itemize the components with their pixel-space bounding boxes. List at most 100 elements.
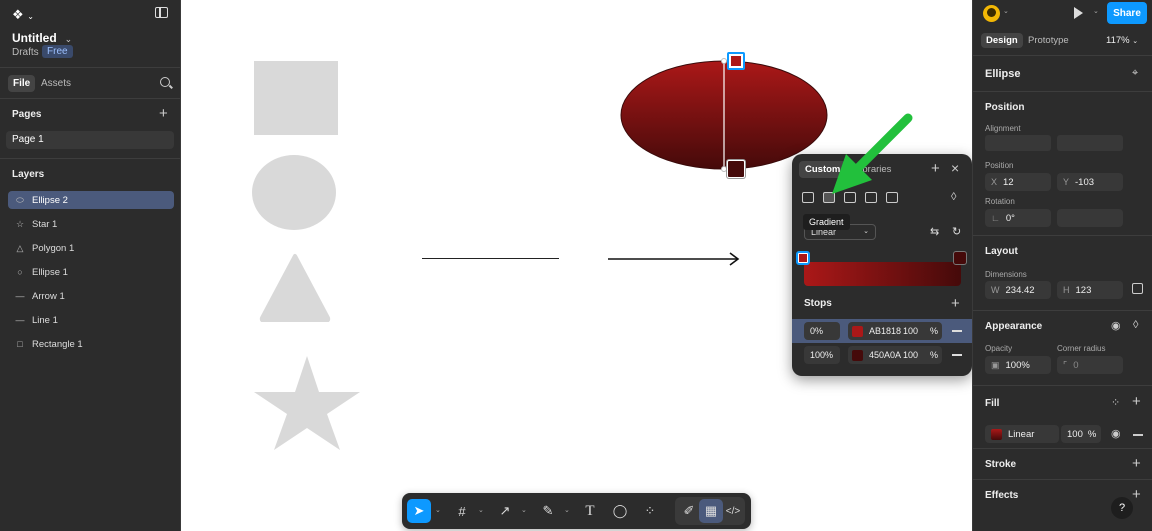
remove-stop-icon[interactable] xyxy=(952,330,962,332)
eye-icon[interactable]: ◉ xyxy=(1111,319,1121,332)
stop-color-field[interactable]: 450A0A 100% xyxy=(848,346,942,364)
stop-position-field[interactable]: 100% xyxy=(804,346,840,364)
rectangle-icon: □ xyxy=(17,339,23,349)
gradient-end-handle[interactable] xyxy=(727,160,745,178)
add-effect-icon[interactable]: + xyxy=(1132,487,1141,502)
triangle-icon: △ xyxy=(16,242,24,253)
chevron-down-icon: ⌄ xyxy=(863,228,869,235)
arrow-shape[interactable] xyxy=(606,252,742,266)
chevron-down-icon[interactable]: ⌄ xyxy=(435,506,441,514)
polygon-shape[interactable] xyxy=(259,252,331,322)
frame-tool-icon[interactable]: # xyxy=(450,499,474,523)
horizontal-align-group[interactable] xyxy=(985,135,1051,151)
gradient-stop-0[interactable] xyxy=(796,251,810,265)
mode-switcher: ✐ ▦ </> xyxy=(675,497,745,525)
text-tool-icon[interactable]: T xyxy=(578,499,602,523)
color-swatch[interactable] xyxy=(852,325,863,337)
help-button[interactable]: ? xyxy=(1111,497,1133,519)
corner-radius-field[interactable]: ⌜ 0 xyxy=(1057,356,1123,374)
rectangle-shape[interactable] xyxy=(254,61,338,135)
tab-file[interactable]: File xyxy=(8,75,36,92)
chevron-down-icon[interactable]: ⌄ xyxy=(478,506,484,514)
chevron-down-icon[interactable]: ⌄ xyxy=(521,506,527,514)
dev-mode-icon[interactable]: </> xyxy=(721,499,745,523)
resize-to-fit-icon[interactable] xyxy=(1132,283,1143,294)
chevron-down-icon[interactable]: ⌄ xyxy=(564,506,570,514)
y-field[interactable]: Y -103 xyxy=(1057,173,1123,191)
width-field[interactable]: W 234.42 xyxy=(985,281,1051,299)
layer-item[interactable]: □ Rectangle 1 xyxy=(8,335,174,353)
gradient-stop-row[interactable]: 0% AB1818 100% xyxy=(792,319,972,343)
draw-mode-icon[interactable]: ✐ xyxy=(677,499,701,523)
rotate-gradient-icon[interactable]: ↻ xyxy=(952,225,961,238)
pen-tool-icon[interactable]: ✎ xyxy=(536,499,560,523)
solid-fill-icon[interactable] xyxy=(802,192,814,203)
arrow-tool-icon[interactable]: ↗ xyxy=(493,499,517,523)
present-play-icon[interactable] xyxy=(1074,7,1083,19)
layer-item[interactable]: ○ Ellipse 1 xyxy=(8,263,174,281)
gradient-stop-row[interactable]: 100% 450A0A 100% xyxy=(792,343,972,367)
add-stop-icon[interactable]: + xyxy=(951,296,960,311)
sidebar-toggle-icon[interactable] xyxy=(155,7,168,18)
stop-opacity[interactable]: 100 xyxy=(903,326,918,336)
layer-item[interactable]: △ Polygon 1 xyxy=(8,239,174,257)
height-field[interactable]: H 123 xyxy=(1057,281,1123,299)
flip-gradient-icon[interactable]: ⇆ xyxy=(930,225,939,238)
stop-opacity[interactable]: 100 xyxy=(903,350,918,360)
file-title[interactable]: Untitled ⌄ xyxy=(12,31,72,45)
actions-tool-icon[interactable]: ⁘ xyxy=(638,499,662,523)
blend-mode-icon[interactable]: ◊ xyxy=(951,191,956,203)
gradient-preview-bar[interactable] xyxy=(804,262,961,286)
close-icon[interactable]: × xyxy=(951,161,959,175)
eye-icon[interactable]: ◉ xyxy=(1111,427,1121,440)
rotate-flip-group[interactable] xyxy=(1057,209,1123,227)
layer-item[interactable]: — Line 1 xyxy=(8,311,174,329)
layer-label: Ellipse 2 xyxy=(32,194,68,206)
remove-fill-icon[interactable] xyxy=(1133,434,1143,436)
figma-logo-menu[interactable]: ❖ ⌄ xyxy=(12,7,34,23)
effects-heading: Effects xyxy=(985,490,1019,501)
stop-hex[interactable]: 450A0A xyxy=(869,350,901,360)
zoom-level[interactable]: 117% ⌄ xyxy=(1106,35,1138,46)
left-panel: ❖ ⌄ Untitled ⌄ Drafts Free File Assets Pa… xyxy=(0,0,181,531)
fill-type-field[interactable]: Linear xyxy=(985,425,1059,443)
comment-tool-icon[interactable]: ◯ xyxy=(608,499,632,523)
styles-grid-icon[interactable]: ⁘ xyxy=(1111,396,1120,409)
color-swatch[interactable] xyxy=(852,349,863,361)
avatar[interactable] xyxy=(983,5,1000,22)
move-tool-icon[interactable]: ➤ xyxy=(407,499,431,523)
file-location[interactable]: Drafts xyxy=(12,47,39,58)
stop-position-field[interactable]: 0% xyxy=(804,322,840,340)
add-page-icon[interactable]: + xyxy=(159,106,168,121)
blend-mode-icon[interactable]: ◊ xyxy=(1133,319,1138,331)
tab-assets[interactable]: Assets xyxy=(41,78,71,89)
fill-opacity-field[interactable]: 100% xyxy=(1061,425,1101,443)
tab-design[interactable]: Design xyxy=(981,33,1023,48)
star-shape[interactable] xyxy=(252,354,362,452)
search-icon[interactable] xyxy=(160,77,170,87)
stop-color-field[interactable]: AB1818 100% xyxy=(848,322,942,340)
remove-stop-icon[interactable] xyxy=(952,354,962,356)
gradient-start-handle[interactable] xyxy=(727,52,745,70)
component-icon[interactable]: ⌖ xyxy=(1132,67,1138,80)
gradient-stop-1[interactable] xyxy=(953,251,967,265)
add-fill-icon[interactable]: + xyxy=(1132,394,1141,409)
share-button[interactable]: Share xyxy=(1107,2,1147,24)
add-style-icon[interactable]: + xyxy=(931,161,940,176)
line-shape[interactable] xyxy=(422,258,559,259)
rotation-field[interactable]: ∟ 0° xyxy=(985,209,1051,227)
stroke-heading: Stroke xyxy=(985,459,1017,470)
stop-hex[interactable]: AB1818 xyxy=(869,326,901,336)
tab-prototype[interactable]: Prototype xyxy=(1028,35,1069,46)
page-item[interactable]: Page 1 xyxy=(6,131,174,149)
design-mode-icon[interactable]: ▦ xyxy=(699,499,723,523)
layer-item[interactable]: ☆ Star 1 xyxy=(8,215,174,233)
ellipse-shape[interactable] xyxy=(252,155,336,230)
x-field[interactable]: X 12 xyxy=(985,173,1051,191)
vertical-align-group[interactable] xyxy=(1057,135,1123,151)
add-stroke-icon[interactable]: + xyxy=(1132,456,1141,471)
opacity-field[interactable]: ▣ 100% xyxy=(985,356,1051,374)
layer-item[interactable]: — Arrow 1 xyxy=(8,287,174,305)
chevron-down-icon: ⌄ xyxy=(1093,8,1099,15)
layer-item[interactable]: ⬭ Ellipse 2 xyxy=(8,191,174,209)
